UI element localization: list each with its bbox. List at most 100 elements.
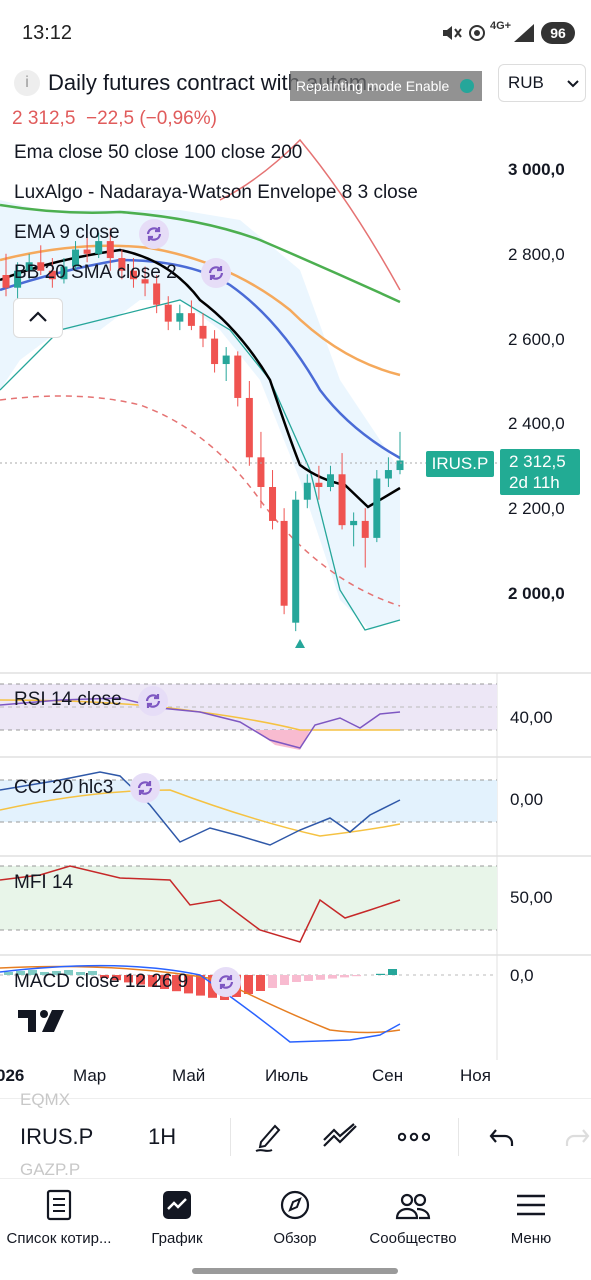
time-axis-label: 026	[0, 1066, 25, 1085]
tradingview-logo-icon	[18, 1010, 64, 1032]
macd-histogram-bar	[376, 973, 385, 975]
candle-body	[83, 249, 91, 254]
time-axis-label: Май	[172, 1066, 206, 1085]
legend-cci[interactable]: CCI 20 hlc3	[14, 777, 113, 799]
candle-body	[245, 397, 253, 458]
nav-label: График	[151, 1230, 203, 1247]
mfi-axis-value: 50,00	[510, 888, 553, 907]
nav-label: Список котир...	[6, 1230, 112, 1247]
legend-macd[interactable]: MACD close 12 26 9	[14, 971, 188, 993]
nav-watchlist[interactable]: Список котир...	[0, 1180, 118, 1260]
document-icon	[46, 1189, 72, 1221]
time-axis-label: Июль	[265, 1066, 309, 1085]
nav-menu[interactable]: Меню	[472, 1180, 590, 1260]
candle-body	[292, 499, 300, 623]
toolbar-divider	[0, 1098, 591, 1099]
candle-body	[2, 275, 10, 288]
time-axis-label: Сен	[372, 1066, 404, 1085]
macd-histogram-bar	[388, 969, 397, 975]
price-axis-label: 3 000,0	[508, 160, 565, 179]
macd-histogram-bar	[292, 975, 301, 982]
candle-body	[211, 338, 219, 365]
candle-body	[187, 313, 195, 326]
macd-histogram-bar	[268, 975, 277, 988]
candle-body	[396, 460, 404, 471]
candle-body	[269, 487, 277, 521]
price-axis-label: 2 600,0	[508, 330, 565, 349]
bottom-nav-divider	[0, 1178, 591, 1179]
home-indicator[interactable]	[192, 1268, 398, 1274]
rsi-oversold-fill	[255, 730, 310, 750]
community-icon	[395, 1193, 431, 1220]
symbol-button[interactable]: IRUS.P	[20, 1124, 93, 1150]
macd-histogram-bar	[256, 975, 265, 991]
nav-label: Обзор	[273, 1230, 317, 1247]
price-axis-label: 2 200,0	[508, 499, 565, 518]
undo-icon[interactable]	[488, 1124, 516, 1150]
toolbar-separator	[458, 1118, 459, 1156]
price-axis-label: 2 400,0	[508, 414, 565, 433]
interval-button[interactable]: 1H	[148, 1124, 176, 1150]
nav-label: Меню	[510, 1230, 552, 1247]
mfi-band	[0, 866, 497, 930]
macd-histogram-bar	[316, 975, 325, 980]
candle-body	[338, 474, 346, 526]
candle-body	[257, 457, 265, 487]
refresh-icon[interactable]	[139, 219, 169, 249]
macd-histogram-bar	[352, 975, 361, 977]
nav-explore[interactable]: Обзор	[236, 1180, 354, 1260]
more-icon[interactable]	[398, 1130, 430, 1144]
legend-ema-multi[interactable]: Ema close 50 close 100 close 200	[14, 142, 302, 164]
candle-body	[384, 470, 392, 479]
price-axis-label: 2 800,0	[508, 245, 565, 264]
legend-luxalgo[interactable]: LuxAlgo - Nadaraya-Watson Envelope 8 3 c…	[14, 182, 418, 204]
indicators-icon[interactable]	[322, 1122, 360, 1152]
candle-body	[153, 283, 161, 305]
chart-icon	[163, 1191, 191, 1219]
symbol-price-tag: IRUS.P	[426, 451, 494, 477]
refresh-icon[interactable]	[211, 967, 241, 997]
macd-histogram-bar	[280, 975, 289, 985]
legend-bb[interactable]: BB 20 SMA close 2	[14, 262, 177, 284]
refresh-icon[interactable]	[138, 686, 168, 716]
candle-body	[199, 325, 207, 339]
cci-axis-value: 0,00	[510, 790, 544, 809]
candle-body	[361, 520, 369, 538]
candle-body	[280, 520, 288, 606]
toolbar-separator	[230, 1118, 231, 1156]
nav-label: Сообщество	[369, 1230, 457, 1247]
menu-icon	[517, 1194, 545, 1216]
macd-histogram-bar	[328, 975, 337, 979]
macd-histogram-bar	[340, 975, 349, 978]
drawing-pen-icon[interactable]	[253, 1120, 283, 1154]
redo-icon[interactable]	[565, 1124, 591, 1150]
rsi-axis-value: 40,00	[510, 708, 553, 727]
time-axis-label: Мар	[73, 1066, 107, 1085]
chevron-up-icon	[29, 311, 47, 322]
nav-chart[interactable]: График	[118, 1180, 236, 1260]
last-price-value: 2 312,5	[509, 452, 566, 471]
legend-mfi[interactable]: MFI 14	[14, 872, 73, 894]
candle-body	[373, 478, 381, 538]
candle-body	[176, 313, 184, 322]
collapse-legend-button[interactable]	[13, 298, 63, 338]
nav-community[interactable]: Сообщество	[354, 1180, 472, 1260]
prev-symbol[interactable]: EQMX	[20, 1090, 70, 1110]
compass-icon	[280, 1190, 310, 1220]
macd-histogram-bar	[4, 972, 13, 975]
macd-axis-value: 0,0	[510, 966, 534, 985]
legend-rsi[interactable]: RSI 14 close	[14, 689, 122, 711]
macd-histogram-bar	[304, 975, 313, 981]
legend-ema9[interactable]: EMA 9 close	[14, 222, 120, 244]
candle-body	[164, 304, 172, 322]
candle-body	[234, 355, 242, 398]
time-axis-label: Ноя	[460, 1066, 491, 1085]
price-axis-label: 2 000,0	[508, 584, 565, 603]
refresh-icon[interactable]	[201, 258, 231, 288]
last-price-tag: 2 312,5 2d 11h	[500, 449, 580, 495]
refresh-icon[interactable]	[130, 773, 160, 803]
candle-body	[326, 474, 334, 487]
bar-countdown: 2d 11h	[509, 473, 560, 492]
next-symbol[interactable]: GAZP.P	[20, 1160, 80, 1180]
candle-body	[222, 355, 230, 365]
